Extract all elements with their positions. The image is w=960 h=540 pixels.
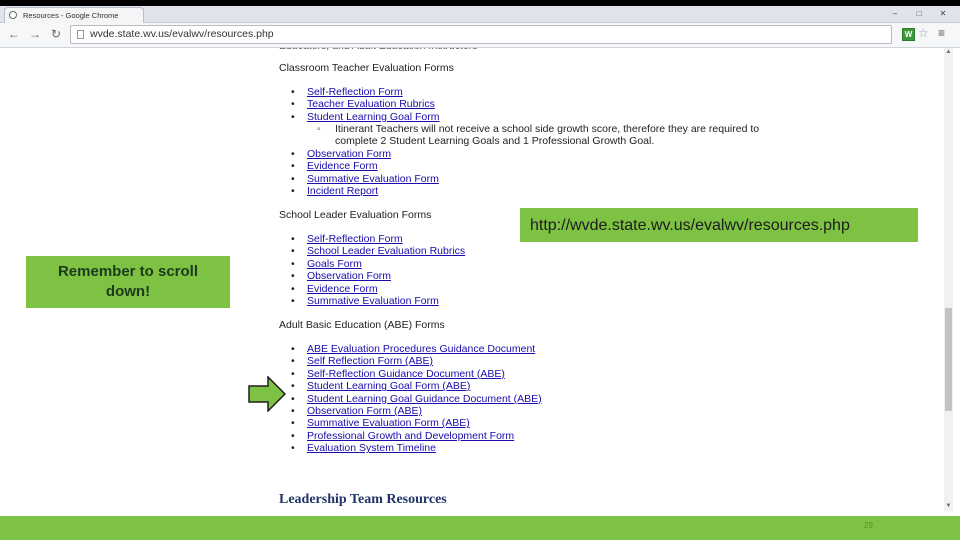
list-item[interactable]: Summative Evaluation Form bbox=[279, 173, 439, 186]
browser-title-bar: Resources - Google Chrome – □ ✕ bbox=[0, 6, 960, 23]
list-item[interactable]: Observation Form bbox=[279, 148, 439, 161]
page-scrollbar[interactable]: ▲ ▼ bbox=[944, 48, 953, 511]
section-title-classroom: Classroom Teacher Evaluation Forms bbox=[279, 62, 454, 74]
list-item[interactable]: Summative Evaluation Form (ABE) bbox=[279, 417, 542, 430]
itinerant-note: Itinerant Teachers will not receive a sc… bbox=[279, 123, 799, 148]
form-link[interactable]: Teacher Evaluation Rubrics bbox=[307, 98, 435, 110]
extension-icon[interactable]: W bbox=[902, 28, 915, 41]
minimize-button[interactable]: – bbox=[886, 8, 904, 19]
browser-tab[interactable]: Resources - Google Chrome bbox=[4, 7, 144, 23]
url-callout-text: http://wvde.state.wv.us/evalwv/resources… bbox=[530, 217, 850, 234]
leadership-heading: Leadership Team Resources bbox=[279, 492, 447, 507]
form-link[interactable]: Evidence Form bbox=[307, 160, 378, 172]
back-arrow-icon[interactable]: ← bbox=[6, 26, 22, 42]
list-item[interactable]: Observation Form (ABE) bbox=[279, 405, 542, 418]
list-item[interactable]: Evaluation System Timeline bbox=[279, 442, 542, 455]
list-item[interactable]: ABE Evaluation Procedures Guidance Docum… bbox=[279, 343, 542, 356]
reload-icon[interactable]: ↻ bbox=[48, 26, 64, 42]
list-item[interactable]: Self-Reflection Guidance Document (ABE) bbox=[279, 368, 542, 381]
address-bar-url[interactable]: wvde.state.wv.us/evalwv/resources.php bbox=[90, 28, 274, 40]
chrome-favicon-icon bbox=[9, 11, 17, 19]
scroll-down-arrow-icon[interactable]: ▼ bbox=[944, 502, 953, 511]
scrollbar-thumb[interactable] bbox=[945, 308, 952, 411]
form-link[interactable]: School Leader Evaluation Rubrics bbox=[307, 245, 465, 257]
classroom-forms-list-continued: Observation Form Evidence Form Summative… bbox=[279, 148, 439, 198]
form-link[interactable]: Goals Form bbox=[307, 258, 362, 270]
bookmark-star-icon[interactable]: ☆ bbox=[918, 26, 929, 40]
scroll-reminder-callout: Remember to scroll down! bbox=[26, 256, 230, 308]
browser-toolbar: ← → ↻ wvde.state.wv.us/evalwv/resources.… bbox=[0, 23, 960, 48]
slide-number: 29 bbox=[864, 521, 873, 530]
form-link[interactable]: Evaluation System Timeline bbox=[307, 442, 436, 454]
list-item[interactable]: Professional Growth and Development Form bbox=[279, 430, 542, 443]
form-link[interactable]: Observation Form bbox=[307, 270, 391, 282]
address-bar[interactable]: wvde.state.wv.us/evalwv/resources.php bbox=[70, 25, 892, 44]
form-link[interactable]: Self-Reflection Form bbox=[307, 233, 403, 245]
scroll-reminder-line1: Remember to scroll bbox=[57, 263, 199, 280]
forward-arrow-icon[interactable]: → bbox=[27, 26, 43, 42]
school-leader-forms-list: Self-Reflection Form School Leader Evalu… bbox=[279, 233, 465, 308]
abe-forms-list: ABE Evaluation Procedures Guidance Docum… bbox=[279, 343, 542, 455]
form-link[interactable]: Student Learning Goal Form bbox=[307, 111, 440, 123]
form-link[interactable]: Self-Reflection Form bbox=[307, 86, 403, 98]
form-link[interactable]: Self Reflection Form (ABE) bbox=[307, 355, 433, 367]
chrome-menu-icon[interactable]: ≡ bbox=[938, 26, 945, 40]
form-link[interactable]: ABE Evaluation Procedures Guidance Docum… bbox=[307, 343, 535, 355]
list-item[interactable]: Self-Reflection Form bbox=[279, 86, 440, 99]
form-link[interactable]: Evidence Form bbox=[307, 283, 378, 295]
list-item[interactable]: Student Learning Goal Form (ABE) bbox=[279, 380, 542, 393]
list-item[interactable]: School Leader Evaluation Rubrics bbox=[279, 245, 465, 258]
page-icon bbox=[77, 30, 84, 39]
arrow-right-icon bbox=[248, 376, 286, 412]
list-item[interactable]: Incident Report bbox=[279, 185, 439, 198]
itinerant-note-list: Itinerant Teachers will not receive a sc… bbox=[279, 123, 799, 148]
list-item[interactable]: Student Learning Goal Guidance Document … bbox=[279, 393, 542, 406]
list-item[interactable]: Observation Form bbox=[279, 270, 465, 283]
list-item[interactable]: Teacher Evaluation Rubrics bbox=[279, 98, 440, 111]
form-link[interactable]: Summative Evaluation Form bbox=[307, 295, 439, 307]
list-item[interactable]: Evidence Form bbox=[279, 283, 465, 296]
scroll-up-arrow-icon[interactable]: ▲ bbox=[944, 48, 953, 57]
form-link[interactable]: Summative Evaluation Form bbox=[307, 173, 439, 185]
form-link[interactable]: Incident Report bbox=[307, 185, 378, 197]
form-link[interactable]: Observation Form (ABE) bbox=[307, 405, 422, 417]
url-callout: http://wvde.state.wv.us/evalwv/resources… bbox=[520, 208, 918, 242]
form-link[interactable]: Observation Form bbox=[307, 148, 391, 160]
tab-title: Resources - Google Chrome bbox=[23, 11, 119, 20]
list-item[interactable]: Goals Form bbox=[279, 258, 465, 271]
maximize-button[interactable]: □ bbox=[910, 8, 928, 19]
scroll-reminder-line2: down! bbox=[105, 283, 151, 300]
close-window-button[interactable]: ✕ bbox=[934, 8, 952, 19]
slide-footer-bar: 29 bbox=[0, 516, 960, 540]
classroom-forms-list: Self-Reflection Form Teacher Evaluation … bbox=[279, 86, 440, 124]
section-title-school-leader: School Leader Evaluation Forms bbox=[279, 209, 432, 221]
form-link[interactable]: Professional Growth and Development Form bbox=[307, 430, 514, 442]
list-item[interactable]: Student Learning Goal Form bbox=[279, 111, 440, 124]
list-item[interactable]: Summative Evaluation Form bbox=[279, 295, 465, 308]
list-item[interactable]: Evidence Form bbox=[279, 160, 439, 173]
form-link[interactable]: Student Learning Goal Guidance Document … bbox=[307, 393, 542, 405]
form-link[interactable]: Summative Evaluation Form (ABE) bbox=[307, 417, 470, 429]
form-link[interactable]: Student Learning Goal Form (ABE) bbox=[307, 380, 470, 392]
form-link[interactable]: Self-Reflection Guidance Document (ABE) bbox=[307, 368, 505, 380]
list-item[interactable]: Self Reflection Form (ABE) bbox=[279, 355, 542, 368]
list-item[interactable]: Self-Reflection Form bbox=[279, 233, 465, 246]
section-title-abe: Adult Basic Education (ABE) Forms bbox=[279, 319, 445, 331]
